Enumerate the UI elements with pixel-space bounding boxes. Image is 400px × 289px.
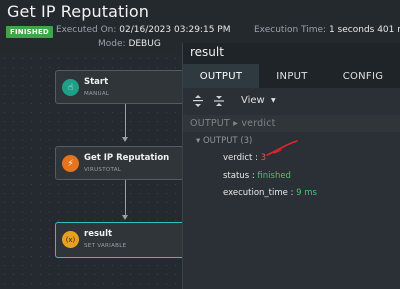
- tree-key: verdict: [223, 153, 253, 163]
- node-get-ip-reputation[interactable]: ⚡ Get IP Reputation VIRUSTOTAL: [55, 146, 195, 180]
- node-result[interactable]: (x) result SET VARIABLE: [55, 222, 195, 258]
- result-panel: result OUTPUT INPUT CONFIG View ▼ OUTPUT…: [182, 43, 400, 289]
- node-title: Start: [84, 77, 109, 87]
- tree-root-output[interactable]: ▾ OUTPUT (3): [196, 136, 252, 146]
- tree-row-verdict[interactable]: verdict : 3: [223, 153, 266, 163]
- connector-arrow: [122, 137, 128, 142]
- mode-value: DEBUG: [128, 39, 161, 49]
- tab-input[interactable]: INPUT: [259, 64, 325, 88]
- mode-label: Mode:: [98, 39, 126, 49]
- execution-time: Execution Time: 1 seconds 401 ms: [254, 25, 400, 35]
- page-title: Get IP Reputation: [7, 2, 150, 21]
- tree-value: finished: [257, 171, 291, 181]
- tab-config[interactable]: CONFIG: [325, 64, 400, 88]
- connector-line: [125, 178, 126, 218]
- tree-key: status: [223, 171, 250, 181]
- panel-header: result: [183, 43, 400, 64]
- tree-key: execution_time: [223, 188, 288, 198]
- connector-arrow: [122, 215, 128, 220]
- connector-icon: ⚡: [62, 155, 79, 172]
- collapse-all-icon[interactable]: [213, 94, 225, 108]
- node-subtitle: VIRUSTOTAL: [84, 167, 122, 173]
- node-subtitle: SET VARIABLE: [84, 243, 127, 249]
- executed-on: Executed On: 02/16/2023 03:29:15 PM: [56, 25, 230, 35]
- panel-tabs: OUTPUT INPUT CONFIG: [183, 64, 400, 88]
- node-start[interactable]: ☝ Start MANUAL: [55, 70, 195, 104]
- execution-time-value: 1 seconds 401 ms: [328, 25, 400, 35]
- output-toolbar: View ▼: [183, 88, 400, 114]
- connector-line: [125, 100, 126, 140]
- tree-row-execution-time[interactable]: execution_time : 9 ms: [223, 188, 317, 198]
- node-title: Get IP Reputation: [84, 153, 170, 163]
- executed-on-value: 02/16/2023 03:29:15 PM: [119, 25, 231, 35]
- hand-icon: ☝: [62, 79, 79, 96]
- tab-output[interactable]: OUTPUT: [183, 64, 259, 88]
- chevron-down-icon[interactable]: ▼: [271, 97, 276, 104]
- node-title: result: [84, 229, 113, 239]
- workflow-canvas[interactable]: ☝ Start MANUAL ⚡ Get IP Reputation VIRUS…: [0, 54, 195, 289]
- execution-time-label: Execution Time:: [254, 25, 327, 35]
- tree-row-status[interactable]: status : finished: [223, 171, 291, 181]
- view-dropdown[interactable]: View: [241, 95, 265, 106]
- status-badge: FINISHED: [6, 26, 53, 38]
- executed-on-label: Executed On:: [56, 25, 117, 35]
- node-subtitle: MANUAL: [84, 91, 110, 97]
- breadcrumb: OUTPUT ▸ verdict: [183, 115, 400, 132]
- tree-value: 9 ms: [296, 188, 317, 198]
- expand-all-icon[interactable]: [192, 94, 204, 108]
- annotation-mark: [266, 140, 298, 156]
- mode: Mode: DEBUG: [98, 39, 161, 49]
- variable-icon: (x): [62, 231, 79, 248]
- panel-title: result: [190, 45, 224, 59]
